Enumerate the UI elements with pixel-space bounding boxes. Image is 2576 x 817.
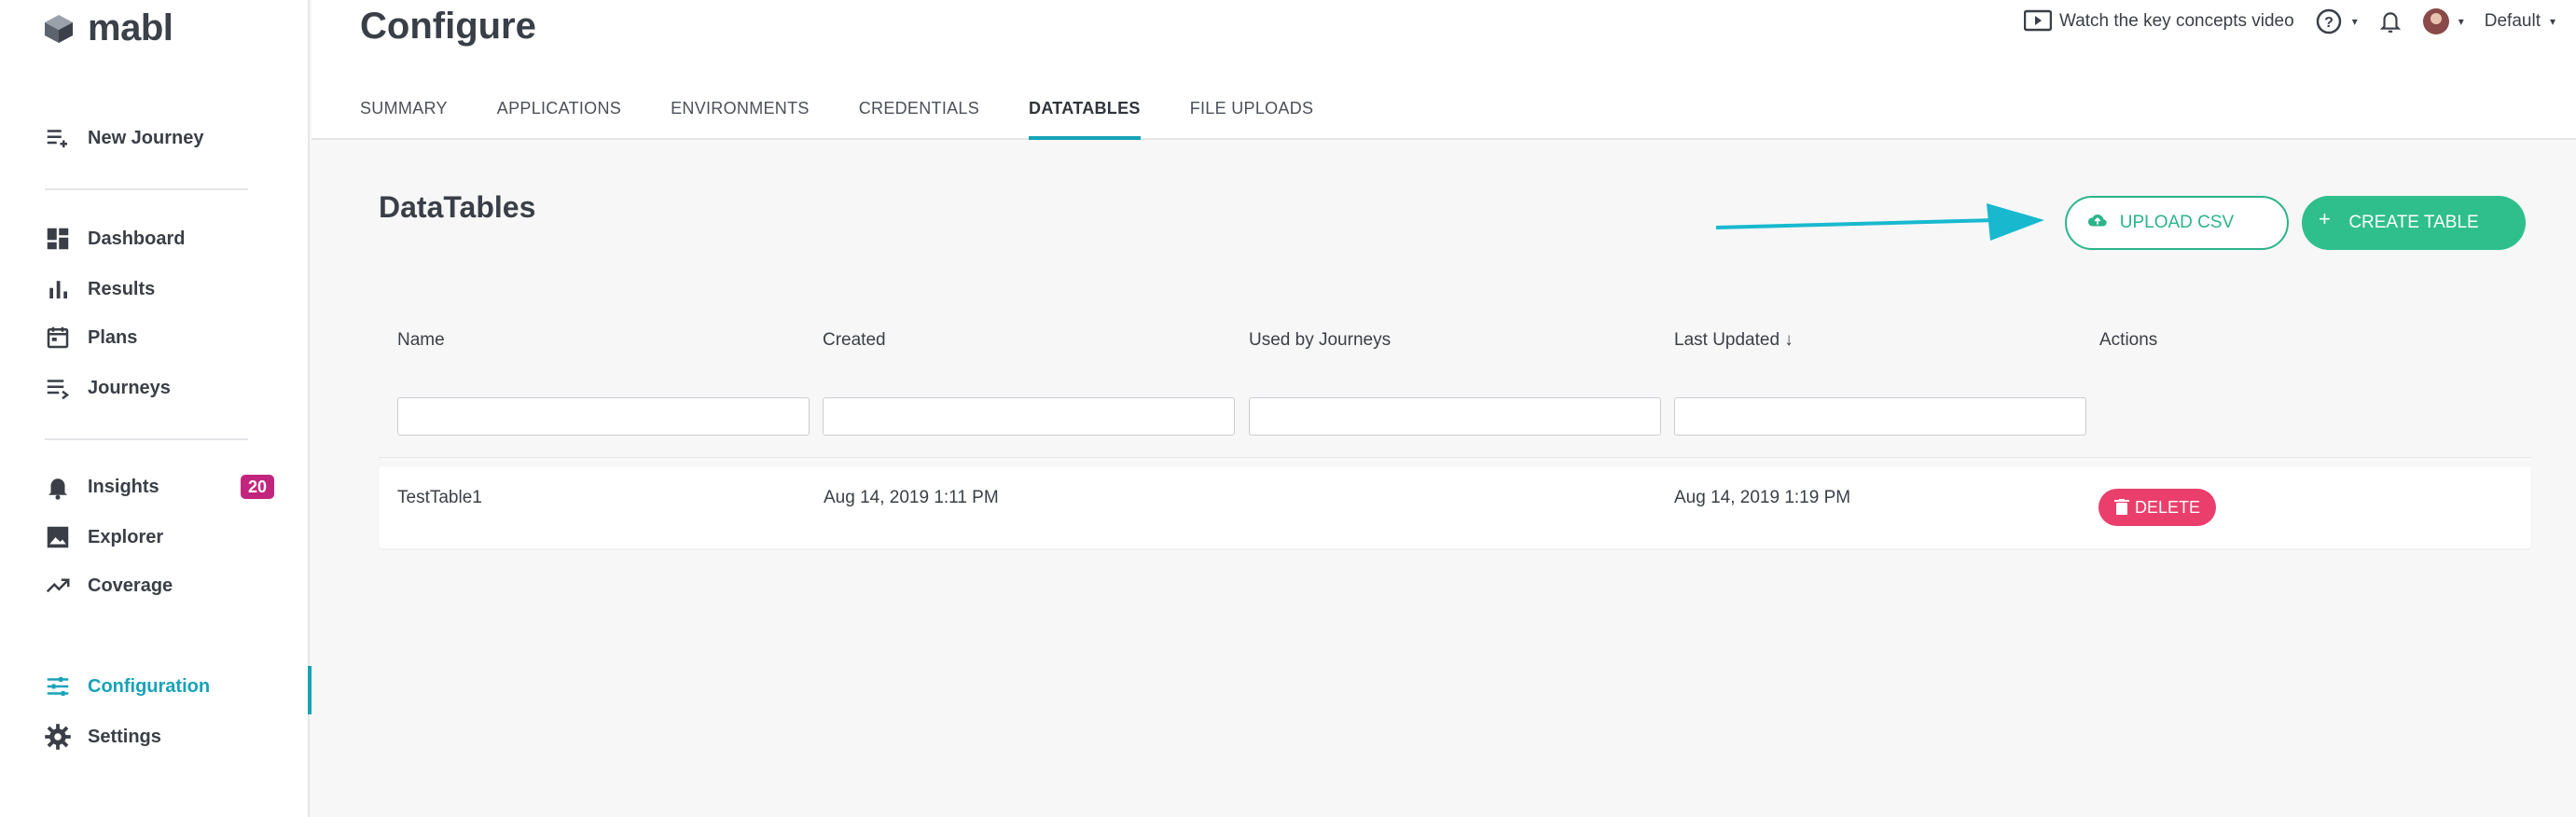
column-header-created[interactable]: Created bbox=[823, 330, 886, 351]
add-list-icon bbox=[43, 123, 73, 153]
plus-icon: + bbox=[2319, 207, 2331, 230]
notifications-button[interactable] bbox=[2378, 8, 2403, 35]
column-header-used-by[interactable]: Used by Journeys bbox=[1249, 330, 1391, 351]
trash-icon bbox=[2113, 499, 2129, 515]
filter-last-updated-input[interactable] bbox=[1674, 397, 2086, 436]
sidebar-item-label: Coverage bbox=[88, 575, 173, 596]
arrow-annotation bbox=[1716, 203, 2044, 241]
svg-text:?: ? bbox=[2324, 15, 2334, 31]
filter-name-input[interactable] bbox=[397, 397, 810, 436]
sliders-icon bbox=[43, 672, 73, 701]
upload-csv-button[interactable]: UPLOAD CSV bbox=[2065, 196, 2289, 250]
header: Configure SUMMARY APPLICATIONS ENVIRONME… bbox=[312, 0, 2576, 140]
tab-summary[interactable]: SUMMARY bbox=[360, 99, 448, 140]
cell-name[interactable]: TestTable1 bbox=[397, 488, 482, 508]
bell-icon bbox=[43, 472, 73, 502]
active-indicator bbox=[308, 666, 312, 714]
image-icon bbox=[43, 522, 73, 552]
chevron-down-icon: ▾ bbox=[2458, 15, 2464, 28]
filter-created-input[interactable] bbox=[823, 397, 1235, 436]
list-icon bbox=[43, 373, 73, 403]
cell-last-updated: Aug 14, 2019 1:19 PM bbox=[1674, 488, 1851, 507]
dashboard-icon bbox=[43, 224, 73, 254]
bar-chart-icon bbox=[43, 274, 73, 304]
sidebar-item-new-journey[interactable]: New Journey bbox=[43, 119, 203, 157]
sidebar-item-label: Insights bbox=[88, 476, 159, 497]
sidebar-divider bbox=[45, 438, 248, 440]
tab-applications[interactable]: APPLICATIONS bbox=[497, 99, 621, 140]
sidebar: mabl New Journey Dashboard Results Plans… bbox=[0, 0, 312, 817]
sidebar-item-label: New Journey bbox=[88, 127, 204, 148]
watch-video-link[interactable]: Watch the key concepts video bbox=[2023, 9, 2294, 34]
insights-count-badge: 20 bbox=[241, 475, 274, 499]
sidebar-item-journeys[interactable]: Journeys bbox=[43, 369, 171, 407]
sidebar-item-label: Plans bbox=[88, 326, 138, 348]
section-title: DataTables bbox=[379, 190, 536, 224]
play-video-icon bbox=[2023, 9, 2052, 32]
help-menu[interactable]: ? ▾ bbox=[2315, 7, 2358, 35]
delete-button[interactable]: DELETE bbox=[2098, 489, 2216, 526]
sidebar-item-settings[interactable]: Settings bbox=[43, 718, 161, 755]
page-title: Configure bbox=[360, 6, 536, 47]
chevron-down-icon: ▾ bbox=[2351, 15, 2358, 28]
avatar bbox=[2422, 8, 2449, 35]
user-menu[interactable]: ▾ bbox=[2422, 8, 2464, 35]
sidebar-item-results[interactable]: Results bbox=[43, 270, 155, 308]
tab-datatables[interactable]: DATATABLES bbox=[1029, 99, 1141, 140]
create-table-label: CREATE TABLE bbox=[2348, 213, 2479, 232]
sidebar-item-label: Configuration bbox=[88, 675, 211, 697]
tab-file-uploads[interactable]: FILE UPLOADS bbox=[1190, 99, 1314, 140]
gear-icon bbox=[43, 722, 73, 752]
sidebar-item-insights[interactable]: Insights bbox=[43, 468, 159, 505]
logo-text: mabl bbox=[88, 7, 173, 48]
watch-video-label: Watch the key concepts video bbox=[2058, 11, 2294, 31]
sidebar-item-explorer[interactable]: Explorer bbox=[43, 519, 163, 556]
filter-used-by-input[interactable] bbox=[1249, 397, 1661, 436]
cell-created: Aug 14, 2019 1:11 PM bbox=[824, 488, 999, 507]
sidebar-item-label: Results bbox=[88, 278, 156, 299]
tab-bar: SUMMARY APPLICATIONS ENVIRONMENTS CREDEN… bbox=[360, 99, 1363, 140]
column-header-actions: Actions bbox=[2099, 330, 2158, 350]
upload-csv-label: UPLOAD CSV bbox=[2119, 213, 2235, 232]
sidebar-item-label: Dashboard bbox=[88, 228, 186, 249]
sidebar-item-label: Explorer bbox=[88, 526, 164, 547]
tab-environments[interactable]: ENVIRONMENTS bbox=[671, 99, 810, 140]
delete-label: DELETE bbox=[2134, 497, 2201, 517]
trend-icon bbox=[43, 571, 73, 601]
sidebar-divider bbox=[45, 188, 248, 190]
sidebar-item-coverage[interactable]: Coverage bbox=[43, 567, 173, 604]
column-header-last-updated[interactable]: Last Updated ↓ bbox=[1674, 330, 1794, 351]
sidebar-item-dashboard[interactable]: Dashboard bbox=[43, 220, 185, 257]
sidebar-item-label: Settings bbox=[88, 726, 161, 747]
create-table-button[interactable]: + CREATE TABLE bbox=[2302, 196, 2526, 250]
workspace-label: Default bbox=[2484, 11, 2541, 31]
help-icon: ? bbox=[2316, 8, 2341, 35]
tab-credentials[interactable]: CREDENTIALS bbox=[859, 99, 979, 140]
cloud-upload-icon bbox=[2087, 215, 2107, 227]
topbar: Watch the key concepts video ? ▾ ▾ Defau… bbox=[2023, 7, 2555, 35]
bell-icon bbox=[2379, 12, 2401, 33]
chevron-down-icon: ▾ bbox=[2549, 15, 2555, 28]
sidebar-item-configuration[interactable]: Configuration bbox=[43, 668, 210, 705]
column-header-name[interactable]: Name bbox=[397, 330, 445, 351]
workspace-selector[interactable]: Default ▾ bbox=[2485, 11, 2555, 32]
table-divider bbox=[379, 457, 2531, 458]
calendar-icon bbox=[43, 323, 73, 353]
mabl-logo[interactable]: mabl bbox=[39, 7, 173, 49]
mabl-logo-icon bbox=[45, 14, 73, 43]
sidebar-item-label: Journeys bbox=[88, 377, 171, 398]
sidebar-item-plans[interactable]: Plans bbox=[43, 319, 137, 356]
